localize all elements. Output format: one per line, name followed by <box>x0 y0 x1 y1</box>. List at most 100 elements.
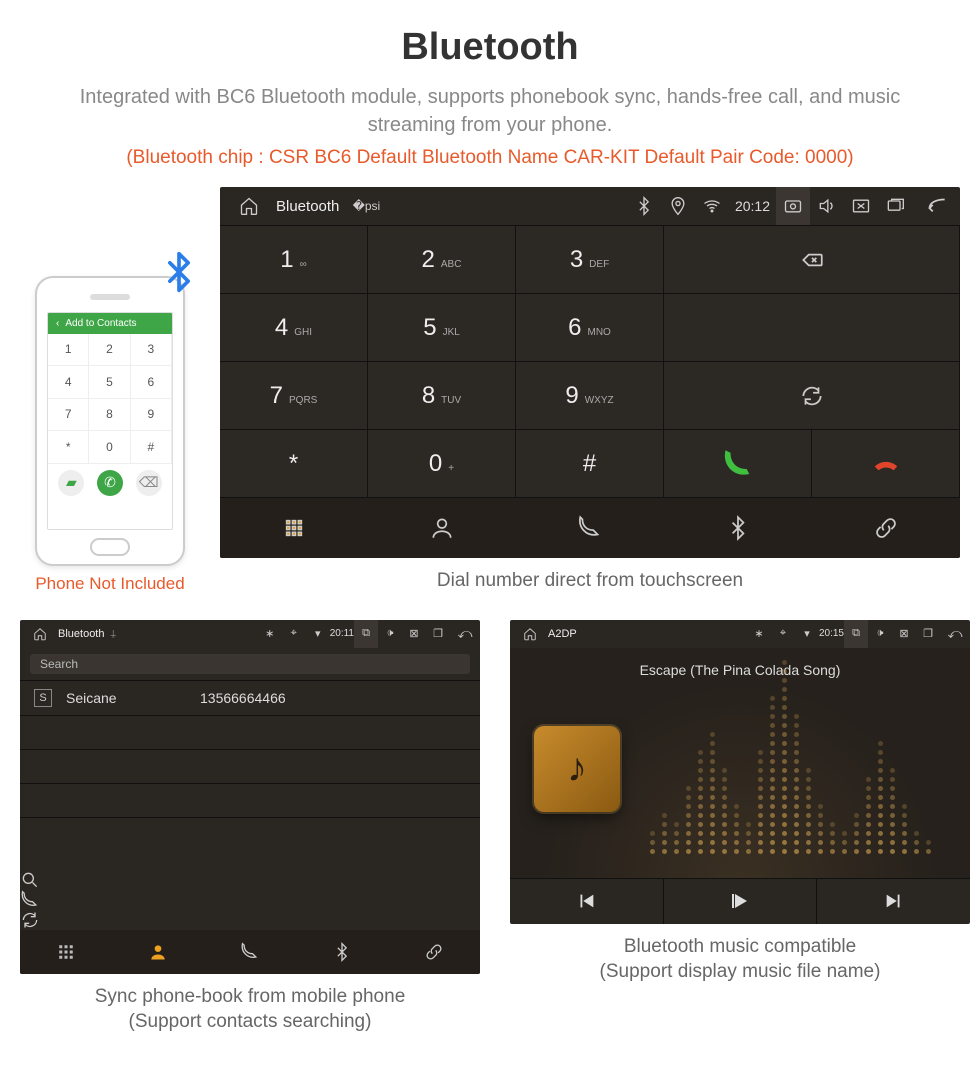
visualizer-bar <box>782 660 788 858</box>
visualizer-bar <box>902 804 908 858</box>
volume-icon[interactable]: 🕩 <box>378 620 402 648</box>
tab-pair[interactable] <box>388 930 480 974</box>
tab-keypad[interactable] <box>20 930 112 974</box>
visualizer-bar <box>758 750 764 858</box>
volume-icon[interactable] <box>810 187 844 225</box>
phone-key: 1 <box>48 334 89 367</box>
key-6[interactable]: 6MNO <box>516 294 664 362</box>
visualizer-bar <box>674 822 680 858</box>
key-star[interactable]: * <box>220 430 368 498</box>
key-2[interactable]: 2ABC <box>368 226 516 294</box>
key-9[interactable]: 9WXYZ <box>516 362 664 430</box>
bluetooth-icon <box>157 250 201 294</box>
phone-key: * <box>48 431 89 464</box>
key-7[interactable]: 7PQRS <box>220 362 368 430</box>
screenshot-icon[interactable]: ⧉ <box>844 620 868 648</box>
contact-row[interactable]: S Seicane 13566664466 <box>20 681 480 716</box>
key-5[interactable]: 5JKL <box>368 294 516 362</box>
tab-history[interactable] <box>516 498 664 558</box>
prev-button[interactable] <box>510 879 664 924</box>
next-button[interactable] <box>817 879 970 924</box>
tab-pair[interactable] <box>812 498 960 558</box>
key-hash[interactable]: # <box>516 430 664 498</box>
redial-button[interactable] <box>664 362 960 430</box>
visualizer-bar <box>722 768 728 858</box>
tab-contacts[interactable] <box>112 930 204 974</box>
visualizer-bar <box>866 777 872 858</box>
search-icon[interactable] <box>20 870 480 890</box>
wifi-icon: ▾ <box>306 620 330 648</box>
screenshot-icon[interactable]: ⧉ <box>354 620 378 648</box>
empty-cell <box>664 294 960 362</box>
call-button[interactable] <box>664 430 812 498</box>
dialer-caption: Dial number direct from touchscreen <box>220 568 960 594</box>
home-icon[interactable] <box>518 627 542 641</box>
recent-apps-icon[interactable]: ❐ <box>916 620 940 648</box>
device-title: A2DP <box>548 628 577 640</box>
recent-apps-icon[interactable]: ❐ <box>426 620 450 648</box>
back-icon[interactable] <box>912 187 960 225</box>
visualizer-bar <box>890 768 896 858</box>
contacts-caption: Sync phone-book from mobile phone (Suppo… <box>20 984 480 1035</box>
key-0[interactable]: 0+ <box>368 430 516 498</box>
key-3[interactable]: 3DEF <box>516 226 664 294</box>
visualizer-bar <box>854 813 860 858</box>
tab-bluetooth[interactable] <box>296 930 388 974</box>
phone-key: 9 <box>131 399 172 432</box>
contact-row-empty <box>20 716 480 750</box>
key-4[interactable]: 4GHI <box>220 294 368 362</box>
key-1[interactable]: 1∞ <box>220 226 368 294</box>
clock-time: 20:11 <box>330 628 354 639</box>
play-button[interactable] <box>664 879 818 924</box>
tab-keypad[interactable] <box>220 498 368 558</box>
phone-key: 3 <box>131 334 172 367</box>
key-8[interactable]: 8TUV <box>368 362 516 430</box>
phone-key: 0 <box>89 431 130 464</box>
bluetooth-status-icon <box>627 187 661 225</box>
back-icon[interactable]: ⤺ <box>940 620 970 648</box>
backspace-button[interactable] <box>664 226 960 294</box>
contact-number: 13566664466 <box>200 690 286 706</box>
home-icon[interactable] <box>232 196 266 216</box>
contacts-device: Bluetooth ⍊ ∗ ⌖ ▾ 20:11 ⧉ 🕩 ⊠ ❐ ⤺ <box>20 620 480 974</box>
contact-name: Seicane <box>66 690 186 706</box>
clock-time: 20:12 <box>729 198 776 214</box>
volume-icon[interactable]: 🕩 <box>868 620 892 648</box>
phone-key: 2 <box>89 334 130 367</box>
call-icon: ✆ <box>97 470 123 496</box>
visualizer-bar <box>650 831 656 858</box>
visualizer-bar <box>770 696 776 858</box>
hangup-button[interactable] <box>812 430 960 498</box>
phone-key: 8 <box>89 399 130 432</box>
screenshot-icon[interactable] <box>776 187 810 225</box>
search-input[interactable]: Search <box>30 654 470 674</box>
location-icon <box>661 187 695 225</box>
location-icon: ⌖ <box>771 620 795 648</box>
back-icon[interactable]: ⤺ <box>450 620 480 648</box>
tab-contacts[interactable] <box>368 498 516 558</box>
tab-history[interactable] <box>204 930 296 974</box>
music-caption: Bluetooth music compatible (Support disp… <box>510 934 970 985</box>
call-icon[interactable] <box>20 890 480 910</box>
album-art-icon: ♪ <box>534 726 620 812</box>
close-window-icon[interactable] <box>844 187 878 225</box>
back-icon: ‹ <box>56 318 59 329</box>
visualizer-bar <box>662 813 668 858</box>
close-window-icon[interactable]: ⊠ <box>402 620 426 648</box>
visualizer-bar <box>914 831 920 858</box>
recent-apps-icon[interactable] <box>878 187 912 225</box>
visualizer-bar <box>794 714 800 858</box>
sync-icon[interactable] <box>20 910 480 930</box>
spec-line: (Bluetooth chip : CSR BC6 Default Blueto… <box>20 147 960 169</box>
usb-icon: �psi <box>349 199 383 213</box>
location-icon: ⌖ <box>282 620 306 648</box>
device-title: Bluetooth <box>276 198 339 215</box>
page-subtitle: Integrated with BC6 Bluetooth module, su… <box>60 83 920 139</box>
home-icon[interactable] <box>28 627 52 641</box>
tab-bluetooth[interactable] <box>664 498 812 558</box>
page-title: Bluetooth <box>20 26 960 69</box>
phone-note: Phone Not Included <box>20 574 200 594</box>
backspace-icon: ⌫ <box>136 470 162 496</box>
close-window-icon[interactable]: ⊠ <box>892 620 916 648</box>
visualizer-bar <box>926 840 932 858</box>
